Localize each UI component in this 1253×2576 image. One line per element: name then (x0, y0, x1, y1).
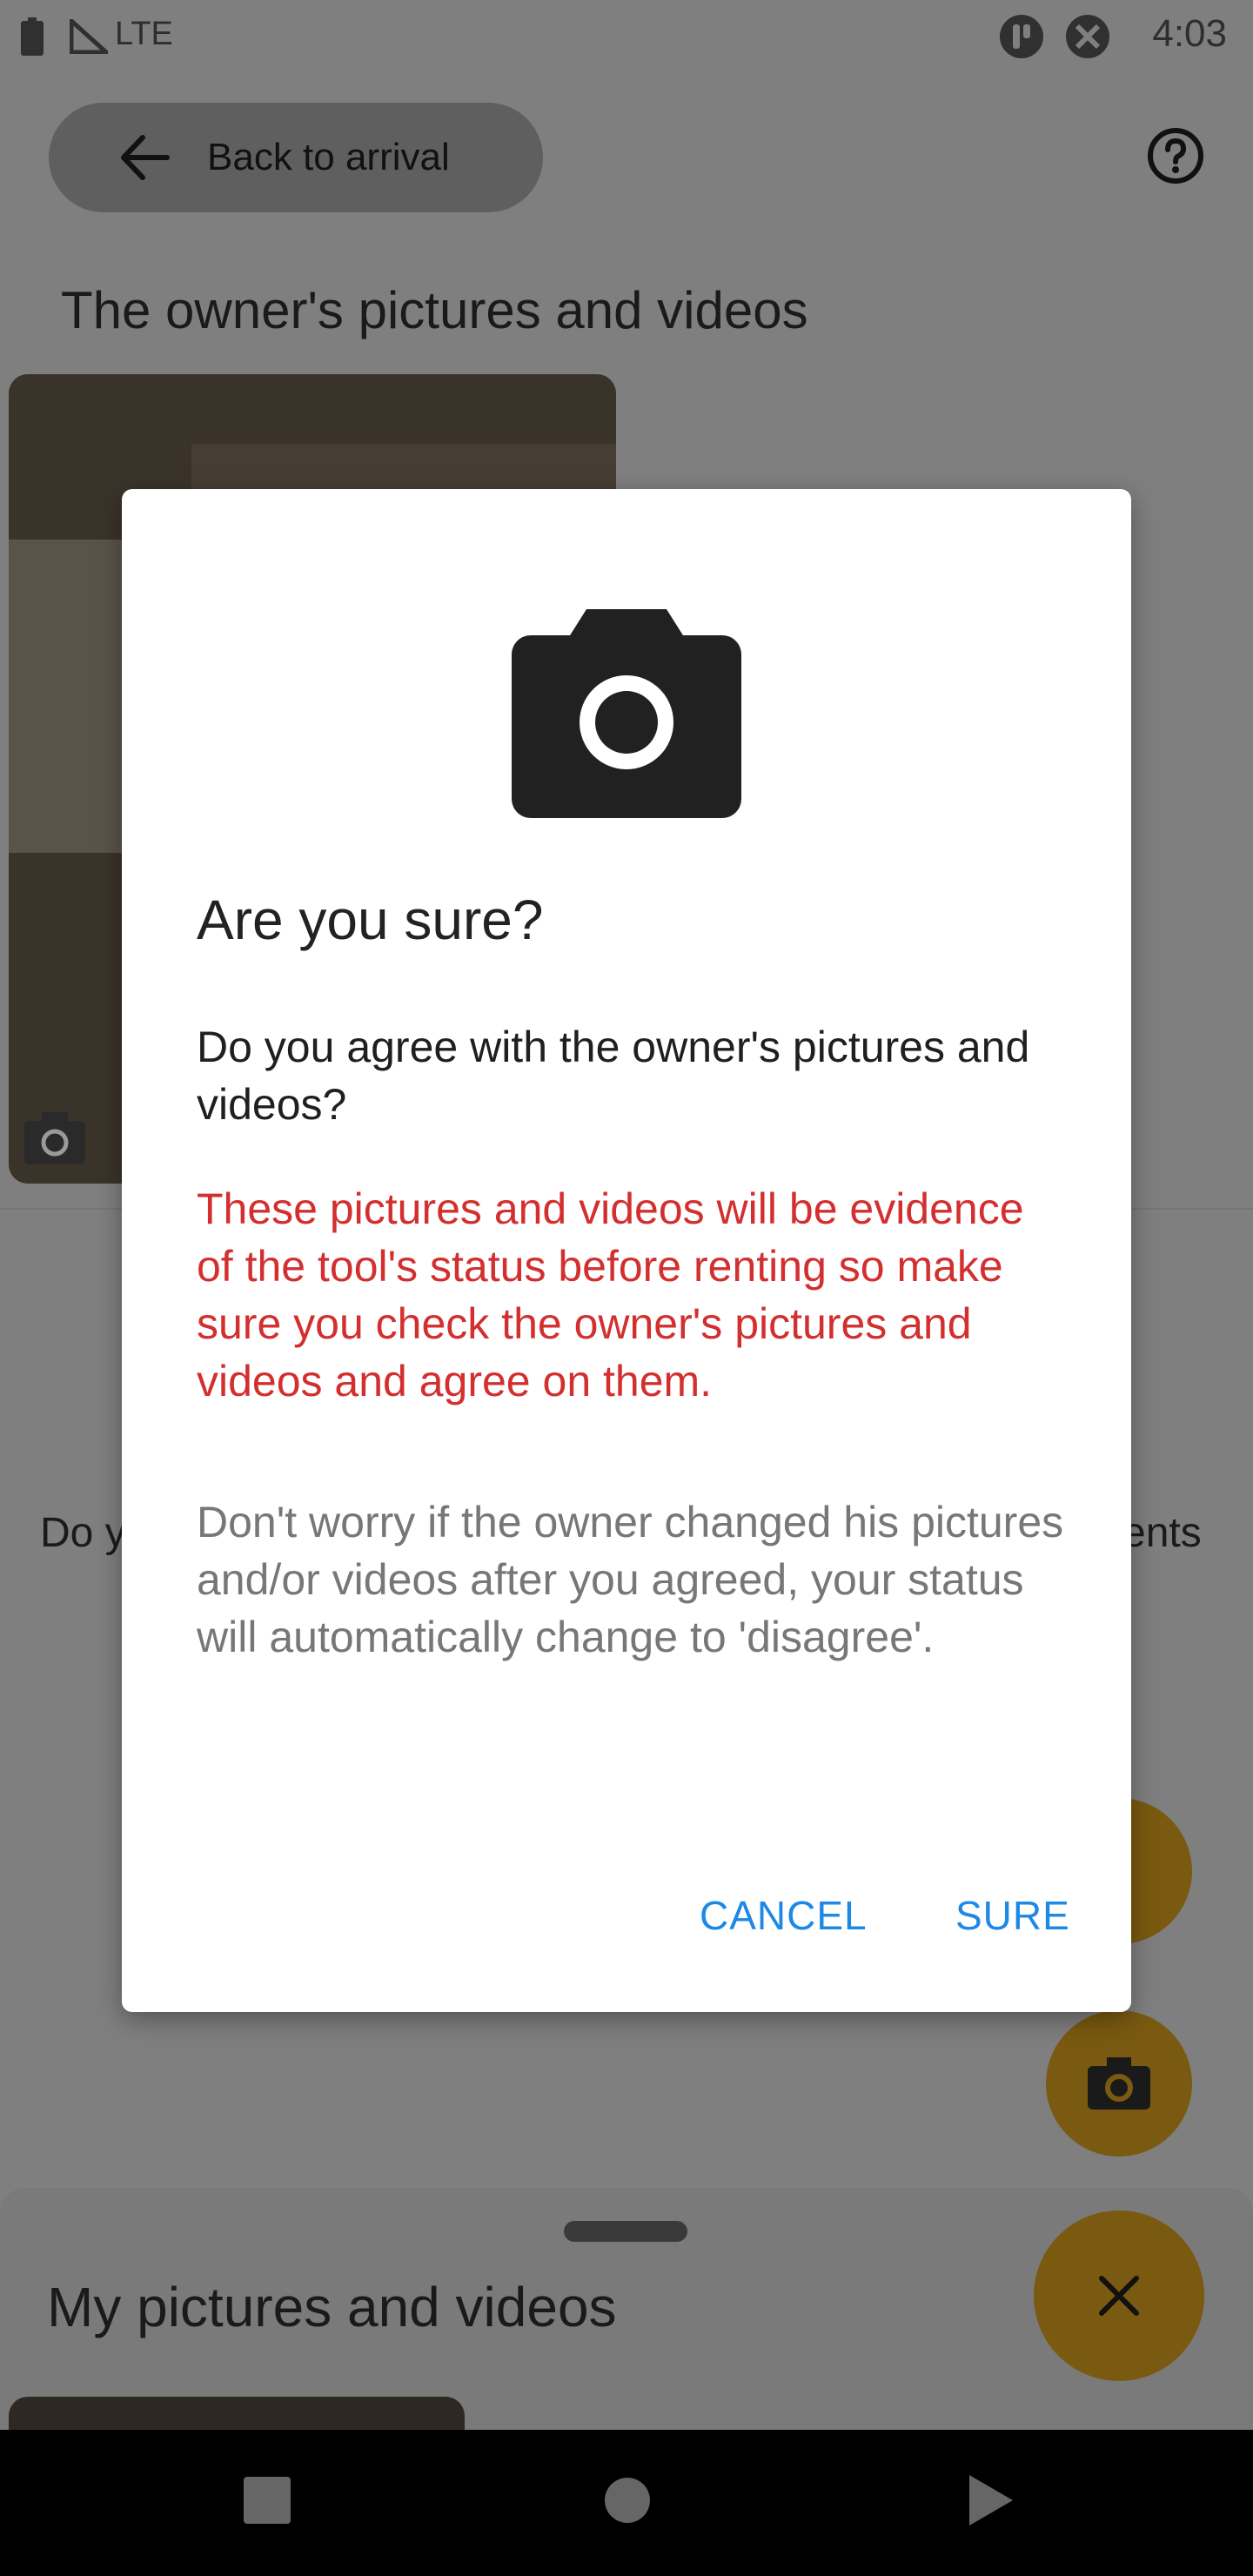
clock: 4:03 (1152, 12, 1227, 55)
dialog-title: Are you sure? (197, 889, 544, 951)
camera-icon (512, 609, 741, 818)
app-notification-icon (1000, 15, 1043, 58)
back-button-label: Back to arrival (207, 136, 450, 178)
dialog-message: Do you agree with the owner's pictures a… (197, 1023, 1030, 1129)
sheet-drag-handle[interactable] (564, 2221, 687, 2242)
network-type: LTE (115, 16, 173, 52)
help-icon[interactable] (1147, 127, 1204, 184)
close-icon (1099, 2276, 1139, 2316)
sheet-title: My pictures and videos (47, 2276, 617, 2338)
back-to-arrival-button[interactable]: Back to arrival (49, 103, 543, 212)
back-arrow-icon (121, 135, 170, 180)
agreement-question-text: Do y (40, 1510, 126, 1556)
camera-icon (24, 1112, 85, 1164)
close-fab[interactable] (1034, 2210, 1204, 2381)
section-title: The owner's pictures and videos (61, 281, 808, 339)
status-bar: LTE 4:03 (0, 0, 1253, 73)
cancel-button[interactable]: CANCEL (700, 1892, 868, 1939)
camera-icon (1088, 2057, 1150, 2110)
nav-recents-icon[interactable] (244, 2477, 291, 2524)
tools-icon (1066, 15, 1109, 58)
agreement-question-text-end: ents (1122, 1510, 1202, 1556)
sure-button[interactable]: SURE (955, 1892, 1070, 1939)
signal-icon (70, 19, 108, 54)
battery-icon (21, 17, 44, 56)
navigation-bar (0, 2430, 1253, 2576)
camera-fab[interactable] (1046, 2010, 1192, 2157)
dialog-note: Don't worry if the owner changed his pic… (197, 1498, 1064, 1661)
confirmation-dialog: Are you sure? Do you agree with the owne… (122, 489, 1131, 2012)
nav-home-icon[interactable] (604, 2477, 651, 2524)
nav-back-icon[interactable] (968, 2473, 1015, 2527)
dialog-warning: These pictures and videos will be eviden… (197, 1184, 1024, 1405)
my-photo-thumbnail[interactable] (9, 2397, 465, 2432)
